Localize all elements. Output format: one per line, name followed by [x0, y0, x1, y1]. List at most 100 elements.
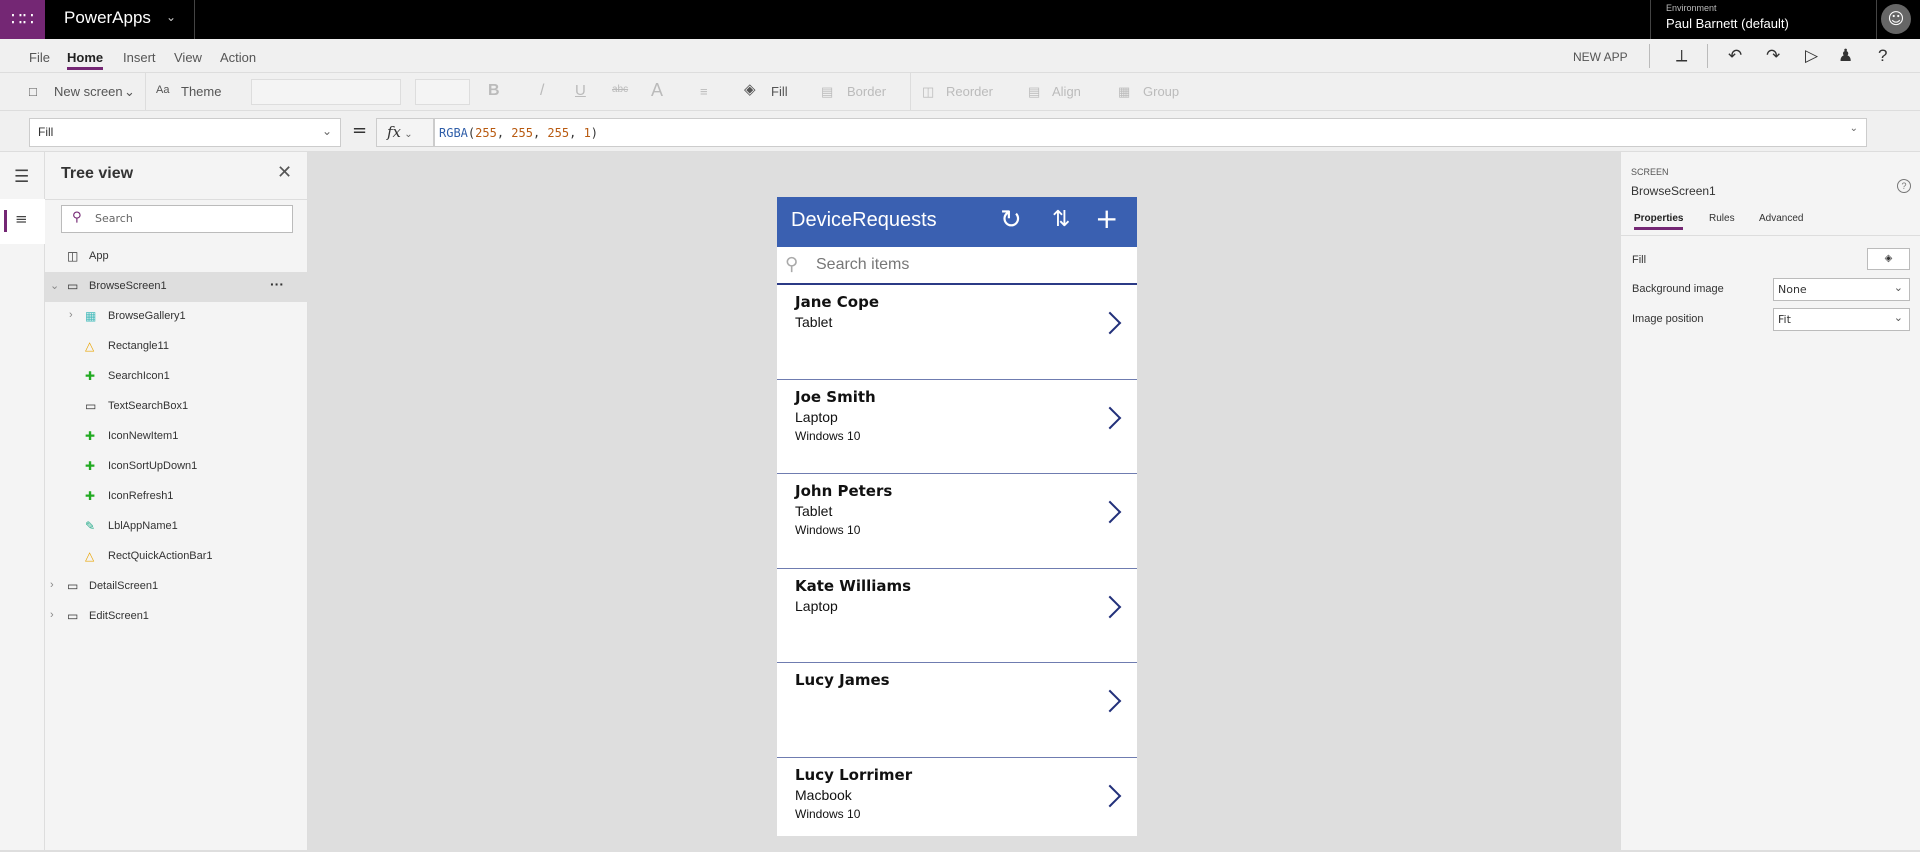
tree-item[interactable]: ✎LblAppName1: [45, 512, 308, 542]
add-icon[interactable]: +: [1095, 202, 1118, 235]
help-icon[interactable]: ?: [1897, 179, 1911, 193]
gallery-icon: ▦: [85, 309, 96, 323]
chevron-right-icon[interactable]: [1099, 501, 1122, 524]
chevron-right-icon[interactable]: ›: [50, 609, 54, 621]
underline-button[interactable]: U: [575, 82, 586, 99]
undo-icon[interactable]: ↶: [1728, 46, 1742, 66]
fill-color-picker[interactable]: ◈: [1867, 248, 1910, 270]
menu-file[interactable]: File: [29, 50, 50, 65]
layers-icon: ≡: [15, 210, 28, 228]
app-title[interactable]: PowerApps: [64, 8, 151, 28]
play-icon[interactable]: ▷: [1805, 46, 1818, 66]
image-position-select[interactable]: Fit⌄: [1773, 308, 1910, 331]
tree-item-detailscreen[interactable]: ›▭DetailScreen1: [45, 572, 308, 602]
chevron-right-icon[interactable]: [1099, 690, 1122, 713]
menu-view[interactable]: View: [174, 50, 202, 65]
screen-icon: ▭: [67, 609, 78, 623]
group-button[interactable]: Group: [1143, 84, 1179, 99]
tree-item[interactable]: ✚IconRefresh1: [45, 482, 308, 512]
search-items-input[interactable]: ⚲ Search items: [777, 247, 1137, 285]
new-screen-button[interactable]: New screen: [54, 84, 123, 99]
font-size-select[interactable]: [415, 79, 470, 105]
app-name-label: DeviceRequests: [791, 209, 937, 232]
strikethrough-icon[interactable]: abc: [612, 84, 628, 95]
search-placeholder: Search items: [816, 256, 909, 274]
tree-item[interactable]: ✚IconNewItem1: [45, 422, 308, 452]
tab-rules[interactable]: Rules: [1709, 213, 1735, 224]
chevron-down-icon[interactable]: ⌄: [50, 279, 59, 292]
align-button[interactable]: Align: [1052, 84, 1081, 99]
tree-item[interactable]: › ▦ BrowseGallery1: [45, 302, 308, 332]
app-launcher-waffle-icon[interactable]: ∷∷: [0, 0, 45, 39]
tree-item-browsescreen[interactable]: ⌄▭BrowseScreen1···: [45, 272, 308, 302]
expand-chevron-icon[interactable]: ⌄: [1850, 123, 1858, 134]
fill-button[interactable]: Fill: [771, 84, 788, 99]
chevron-right-icon[interactable]: ›: [69, 309, 73, 321]
left-rail: ☰ ≡: [0, 152, 45, 850]
help-icon[interactable]: ?: [1878, 46, 1887, 66]
chevron-right-icon[interactable]: ›: [50, 579, 54, 591]
menu-action[interactable]: Action: [220, 50, 256, 65]
menu-insert[interactable]: Insert: [123, 50, 156, 65]
tree-item-label: IconSortUpDown1: [108, 460, 197, 472]
divider: [1649, 44, 1650, 68]
font-family-select[interactable]: [251, 79, 401, 105]
italic-button[interactable]: /: [540, 82, 544, 100]
shape-icon: △: [85, 339, 94, 353]
text-align-icon[interactable]: ≡: [700, 84, 708, 99]
tab-properties[interactable]: Properties: [1634, 213, 1683, 230]
chevron-right-icon[interactable]: [1099, 312, 1122, 335]
icon-control-icon: ✚: [85, 369, 95, 383]
share-user-icon[interactable]: ♟: [1838, 46, 1853, 66]
tree-item-label: BrowseGallery1: [108, 310, 186, 322]
tree-item-editscreen[interactable]: ›▭EditScreen1: [45, 602, 308, 632]
divider: [194, 0, 195, 39]
fx-button[interactable]: fx ⌄: [376, 118, 434, 147]
user-avatar-icon[interactable]: ☺: [1881, 4, 1911, 34]
chevron-right-icon[interactable]: [1099, 595, 1122, 618]
chevron-down-icon: ⌄: [1894, 281, 1903, 294]
item-os: Windows 10: [795, 523, 860, 537]
theme-button[interactable]: Theme: [181, 84, 221, 99]
property-select[interactable]: Fill⌄: [29, 118, 341, 147]
formula-input[interactable]: RGBA(255, 255, 255, 1)⌄: [434, 118, 1867, 147]
chevron-down-icon[interactable]: ⌄: [166, 10, 176, 24]
close-icon[interactable]: ✕: [277, 162, 292, 183]
bold-button[interactable]: B: [488, 82, 500, 100]
gallery-item[interactable]: John Peters Tablet Windows 10: [777, 474, 1137, 569]
redo-icon[interactable]: ↷: [1766, 46, 1780, 66]
tree-item[interactable]: △Rectangle11: [45, 332, 308, 362]
divider: [145, 73, 146, 111]
gallery-item[interactable]: Kate Williams Laptop: [777, 569, 1137, 664]
menu-home[interactable]: Home: [67, 50, 103, 70]
reorder-button[interactable]: Reorder: [946, 84, 993, 99]
refresh-icon[interactable]: ↻: [1000, 205, 1022, 235]
environment-picker[interactable]: Paul Barnett (default): [1666, 16, 1789, 31]
ribbon-toolbar: □ New screen ⌄ Aa Theme B / U abc A ≡ ◈ …: [0, 73, 1920, 111]
sort-up-down-icon[interactable]: ⇅: [1052, 207, 1070, 232]
chevron-right-icon[interactable]: [1099, 406, 1122, 429]
tree-view-tab[interactable]: ≡: [0, 199, 45, 244]
background-image-select[interactable]: None⌄: [1773, 278, 1910, 301]
font-color-button[interactable]: A: [651, 80, 663, 101]
gallery-item[interactable]: Lucy James: [777, 663, 1137, 758]
gallery-item[interactable]: Joe Smith Laptop Windows 10: [777, 380, 1137, 475]
hamburger-menu-icon[interactable]: ☰: [14, 167, 29, 187]
more-options-icon[interactable]: ···: [270, 276, 284, 292]
app-canvas-screen[interactable]: DeviceRequests ↻ ⇅ + ⚲ Search items Jane…: [777, 197, 1137, 836]
tree-item[interactable]: ✚IconSortUpDown1: [45, 452, 308, 482]
tab-advanced[interactable]: Advanced: [1759, 213, 1803, 224]
border-button[interactable]: Border: [847, 84, 886, 99]
tree-item[interactable]: △RectQuickActionBar1: [45, 542, 308, 572]
chevron-right-icon[interactable]: [1099, 784, 1122, 807]
gallery-item[interactable]: Jane Cope Tablet: [777, 285, 1137, 380]
tree-item[interactable]: ▭TextSearchBox1: [45, 392, 308, 422]
tree-search-input[interactable]: ⚲Search: [61, 205, 293, 233]
new-app-button[interactable]: NEW APP: [1573, 50, 1628, 64]
divider: [1650, 0, 1651, 39]
gallery-item[interactable]: Lucy Lorrimer Macbook Windows 10: [777, 758, 1137, 852]
tree-item-app[interactable]: ◫App: [45, 242, 308, 272]
tree-item[interactable]: ✚SearchIcon1: [45, 362, 308, 392]
item-device: Laptop: [795, 598, 838, 614]
stethoscope-icon[interactable]: ⟂: [1676, 46, 1687, 66]
